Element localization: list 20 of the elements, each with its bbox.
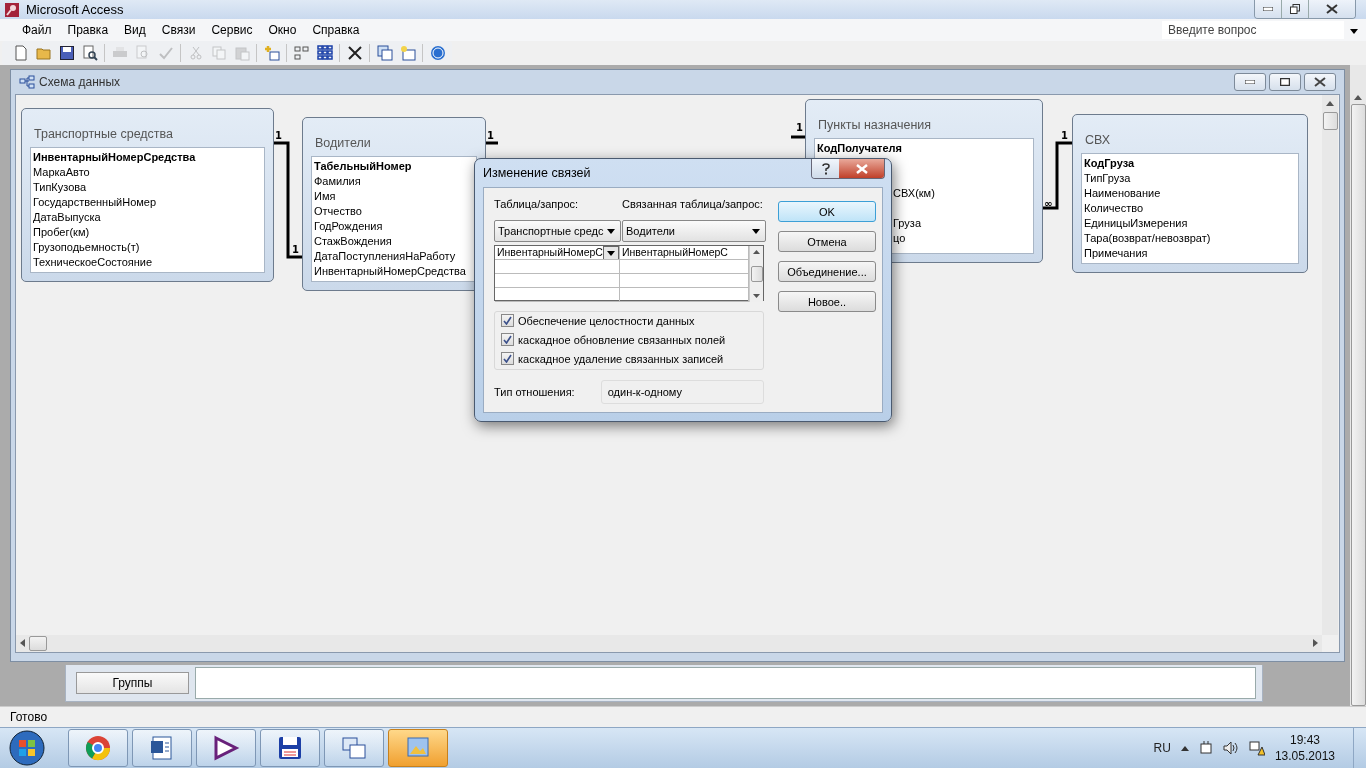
dialog-title: Изменение связей [483, 166, 592, 180]
cardinality-label: 1 [1061, 129, 1068, 141]
table-label: Таблица/запрос: [494, 198, 580, 212]
cardinality-label: ∞ [1044, 197, 1053, 209]
cardinality-label: 1 [292, 243, 299, 255]
window-title: Microsoft Access [26, 2, 125, 18]
table-title: Водители [314, 134, 372, 152]
status-text: Готово [10, 709, 48, 724]
relation-type-value: один-к-одному [600, 380, 764, 404]
cardinality-label: 1 [487, 129, 494, 141]
cardinality-label: 1 [796, 121, 803, 133]
table-title: Пункты назначения [817, 116, 933, 134]
relation-type-label: Тип отношения: [494, 386, 575, 398]
window-title: Схема данных [39, 74, 122, 89]
related-table-label: Связанная таблица/запрос: [622, 198, 764, 212]
date-text: 13.05.2013 [1274, 748, 1335, 764]
table-title: Транспортные средства [33, 125, 175, 143]
table-title: СВХ [1084, 131, 1112, 149]
time-text: 19:43 [1289, 732, 1320, 748]
cardinality-label: 1 [275, 129, 282, 141]
